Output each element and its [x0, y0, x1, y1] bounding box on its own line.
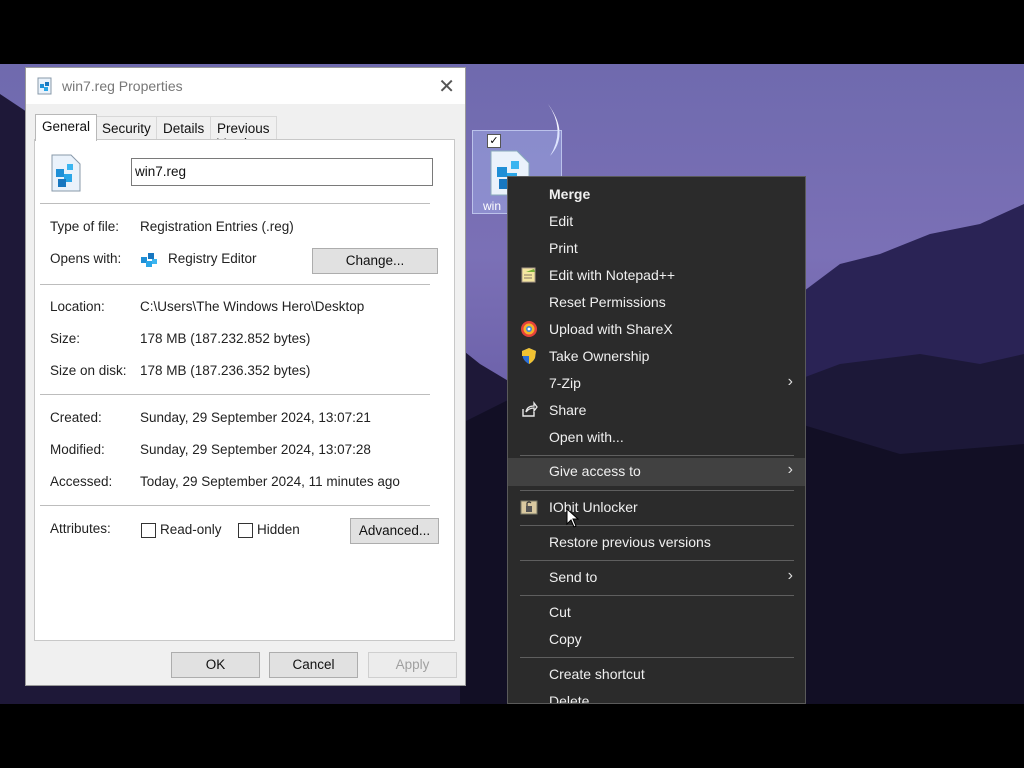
- ok-button[interactable]: OK: [171, 652, 260, 678]
- selection-checkbox[interactable]: ✓: [487, 134, 501, 148]
- hidden-checkbox[interactable]: [238, 523, 253, 538]
- iobit-unlocker-icon: [520, 498, 538, 516]
- divider: [40, 284, 430, 285]
- menu-item-label: Restore previous versions: [549, 534, 711, 550]
- menu-item-label: Take Ownership: [549, 348, 650, 364]
- modified-value: Sunday, 29 September 2024, 13:07:28: [140, 442, 371, 457]
- menu-divider: [520, 657, 794, 658]
- registry-file-icon: [36, 77, 54, 98]
- menu-item-label: Open with...: [549, 429, 624, 445]
- menu-item-reset-permissions[interactable]: Reset Permissions: [508, 289, 805, 316]
- tab-details[interactable]: Details: [156, 116, 212, 140]
- size-label: Size:: [50, 331, 81, 346]
- menu-item-delete[interactable]: Delete: [508, 688, 805, 704]
- shield-icon: [520, 347, 538, 365]
- modified-label: Modified:: [50, 442, 105, 457]
- menu-item-label: Share: [549, 402, 587, 418]
- menu-item-label: IObit Unlocker: [549, 499, 638, 515]
- file-name-field[interactable]: win7.reg: [131, 158, 433, 186]
- menu-item-label: Edit with Notepad++: [549, 267, 676, 283]
- menu-item-iobit-unlocker[interactable]: IObit Unlocker: [508, 494, 805, 521]
- tab-previous-versions[interactable]: Previous Versions: [210, 116, 277, 151]
- menu-item-merge[interactable]: Merge: [508, 181, 805, 208]
- sharex-icon: [520, 320, 538, 338]
- properties-dialog: win7.reg Properties ✕ General Security D…: [25, 67, 466, 686]
- dialog-title: win7.reg Properties: [62, 78, 183, 94]
- apply-button[interactable]: Apply: [368, 652, 457, 678]
- menu-item-send-to[interactable]: Send to ›: [508, 564, 805, 591]
- menu-item-label: Merge: [549, 186, 591, 202]
- menu-item-label: Copy: [549, 631, 582, 647]
- chevron-right-icon: ›: [787, 461, 793, 478]
- menu-item-label: Cut: [549, 604, 571, 620]
- size-on-disk-label: Size on disk:: [50, 363, 127, 378]
- menu-item-give-access[interactable]: Give access to ›: [508, 458, 805, 486]
- menu-item-edit[interactable]: Edit: [508, 208, 805, 235]
- attributes-label: Attributes:: [50, 521, 111, 536]
- menu-item-edit-notepad[interactable]: Edit with Notepad++: [508, 262, 805, 289]
- type-of-file-label: Type of file:: [50, 219, 120, 234]
- registry-file-icon: [49, 154, 83, 195]
- share-icon: [520, 401, 538, 419]
- menu-item-cut[interactable]: Cut: [508, 599, 805, 626]
- divider: [40, 394, 430, 395]
- context-menu: Merge Edit Print Edit with Notepad++ Res…: [507, 176, 806, 704]
- menu-item-label: Delete: [549, 693, 590, 704]
- size-value: 178 MB (187.232.852 bytes): [140, 331, 311, 346]
- read-only-label: Read-only: [160, 522, 222, 537]
- menu-divider: [520, 560, 794, 561]
- tab-general[interactable]: General: [35, 114, 98, 141]
- menu-item-create-shortcut[interactable]: Create shortcut: [508, 661, 805, 688]
- advanced-button[interactable]: Advanced...: [350, 518, 439, 544]
- location-value: C:\Users\The Windows Hero\Desktop: [140, 299, 365, 314]
- menu-item-upload-sharex[interactable]: Upload with ShareX: [508, 316, 805, 343]
- general-tab-panel: [34, 139, 455, 641]
- mouse-cursor-icon: [566, 507, 580, 531]
- change-button[interactable]: Change...: [312, 248, 438, 274]
- menu-item-label: 7-Zip: [549, 375, 581, 391]
- opens-with-label: Opens with:: [50, 251, 122, 266]
- menu-divider: [520, 595, 794, 596]
- size-on-disk-value: 178 MB (187.236.352 bytes): [140, 363, 311, 378]
- accessed-label: Accessed:: [50, 474, 113, 489]
- notepad-plus-plus-icon: [520, 266, 538, 284]
- divider: [40, 505, 430, 506]
- tab-security[interactable]: Security: [95, 116, 158, 140]
- read-only-checkbox[interactable]: [141, 523, 156, 538]
- menu-item-restore-previous-versions[interactable]: Restore previous versions: [508, 529, 805, 556]
- menu-item-label: Edit: [549, 213, 574, 229]
- menu-item-label: Give access to: [549, 463, 641, 479]
- menu-divider: [520, 525, 794, 526]
- divider: [40, 203, 430, 204]
- created-value: Sunday, 29 September 2024, 13:07:21: [140, 410, 371, 425]
- location-label: Location:: [50, 299, 105, 314]
- menu-item-label: Reset Permissions: [549, 294, 666, 310]
- menu-item-label: Upload with ShareX: [549, 321, 673, 337]
- dialog-titlebar[interactable]: win7.reg Properties ✕: [26, 68, 465, 104]
- created-label: Created:: [50, 410, 102, 425]
- menu-item-share[interactable]: Share: [508, 397, 805, 424]
- desktop-icon-label: win: [483, 199, 502, 213]
- accessed-value: Today, 29 September 2024, 11 minutes ago: [140, 474, 400, 489]
- registry-editor-icon: [140, 251, 158, 272]
- menu-item-take-ownership[interactable]: Take Ownership: [508, 343, 805, 370]
- menu-item-label: Send to: [549, 569, 598, 585]
- type-of-file-value: Registration Entries (.reg): [140, 219, 294, 234]
- menu-divider: [520, 455, 794, 456]
- menu-item-print[interactable]: Print: [508, 235, 805, 262]
- menu-item-copy[interactable]: Copy: [508, 626, 805, 653]
- chevron-right-icon: ›: [787, 373, 793, 390]
- menu-item-open-with[interactable]: Open with...: [508, 424, 805, 451]
- menu-item-7zip[interactable]: 7-Zip ›: [508, 370, 805, 397]
- opens-with-value: Registry Editor: [168, 251, 257, 266]
- menu-item-label: Print: [549, 240, 578, 256]
- menu-item-label: Create shortcut: [549, 666, 645, 682]
- menu-divider: [520, 490, 794, 491]
- close-icon[interactable]: ✕: [438, 74, 455, 99]
- hidden-label: Hidden: [257, 522, 300, 537]
- cancel-button[interactable]: Cancel: [269, 652, 358, 678]
- chevron-right-icon: ›: [787, 567, 793, 584]
